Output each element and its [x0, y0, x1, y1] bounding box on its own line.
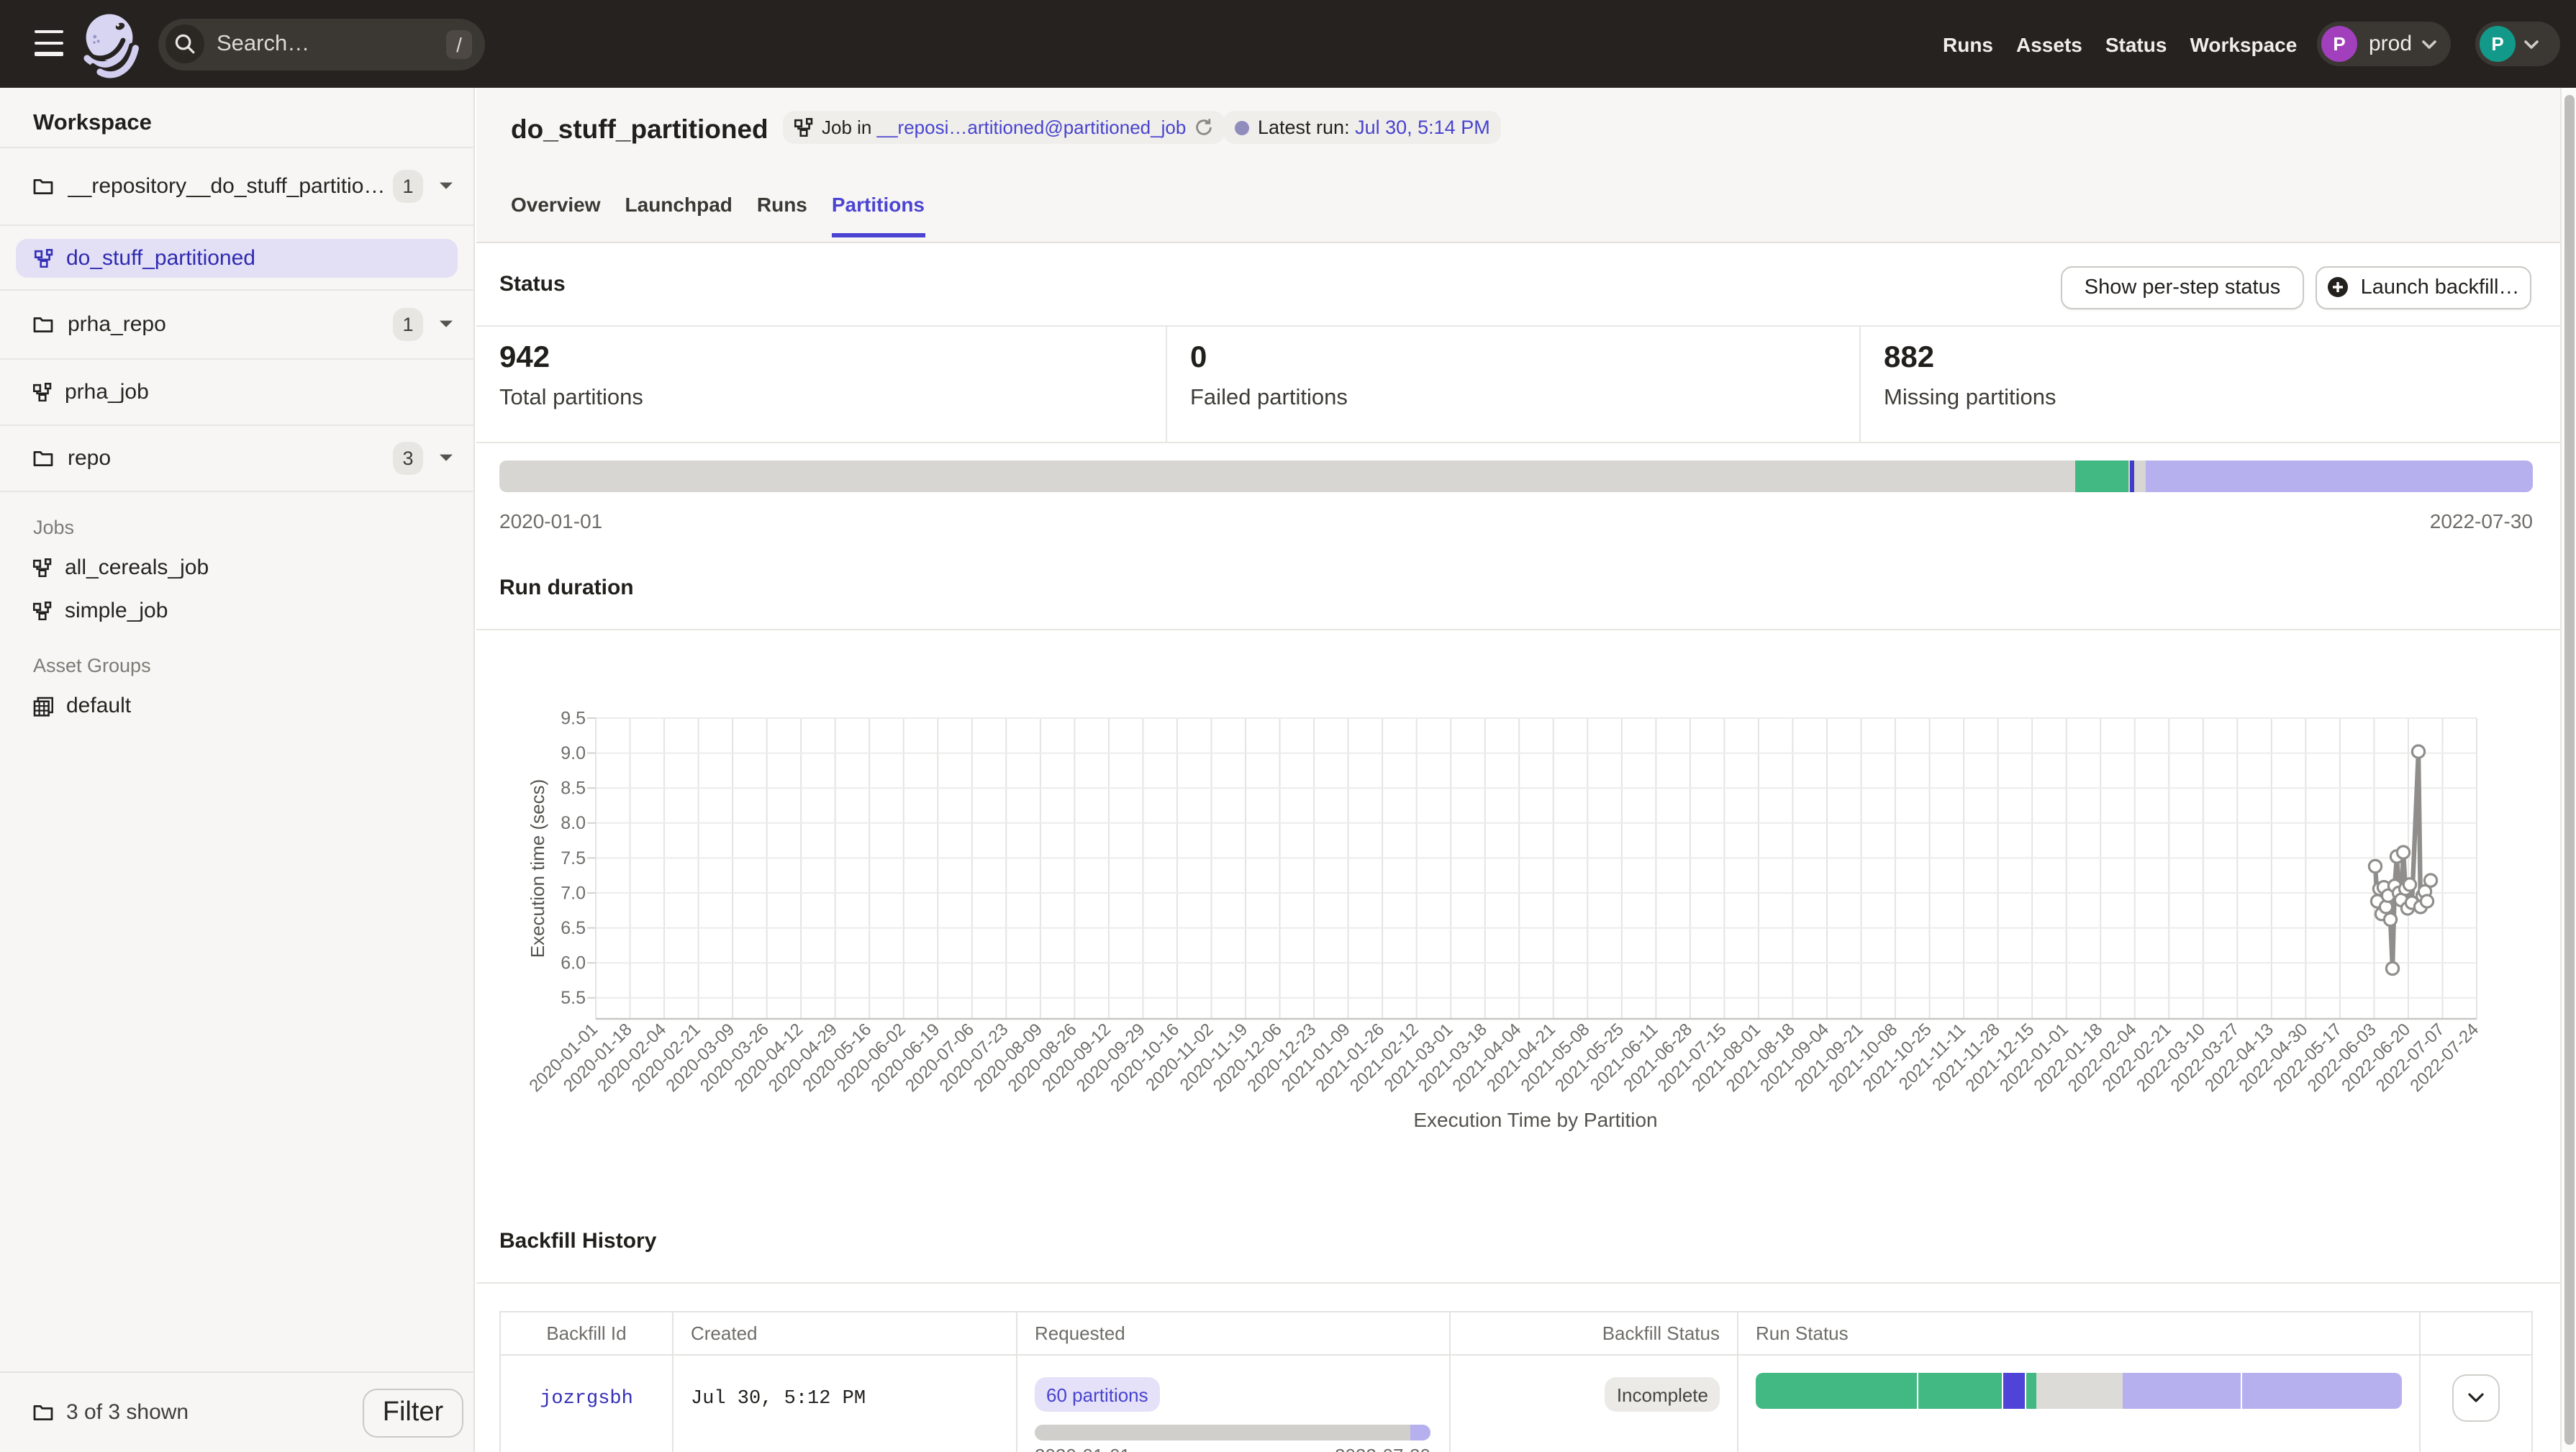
- svg-text:Execution time (secs): Execution time (secs): [527, 779, 548, 958]
- svg-text:8.0: 8.0: [561, 813, 586, 833]
- svg-text:9.5: 9.5: [561, 708, 586, 728]
- svg-text:8.5: 8.5: [561, 779, 586, 799]
- svg-text:6.5: 6.5: [561, 918, 586, 938]
- svg-text:7.5: 7.5: [561, 848, 586, 868]
- svg-text:Execution Time by Partition: Execution Time by Partition: [1413, 1109, 1657, 1131]
- svg-text:7.0: 7.0: [561, 883, 586, 903]
- svg-text:5.5: 5.5: [561, 988, 586, 1008]
- svg-text:9.0: 9.0: [561, 743, 586, 763]
- svg-text:6.0: 6.0: [561, 953, 586, 974]
